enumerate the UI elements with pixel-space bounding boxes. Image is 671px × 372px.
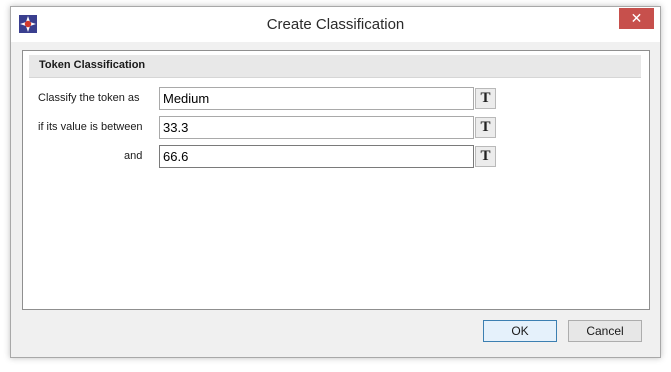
group-header-label: Token Classification [39, 59, 146, 71]
text-format-icon: T [480, 148, 491, 164]
cancel-button[interactable]: Cancel [568, 320, 642, 342]
classify-label: Classify the token as [38, 92, 140, 104]
dialog-window: Create Classification ✕ Token Classifica… [10, 6, 661, 358]
text-format-icon: T [480, 90, 491, 106]
and-label: and [124, 150, 143, 162]
close-button[interactable]: ✕ [619, 8, 654, 29]
ok-button[interactable]: OK [483, 320, 557, 342]
title-bar[interactable]: Create Classification ✕ [11, 7, 660, 42]
close-icon: ✕ [630, 10, 643, 26]
group-header: Token Classification [29, 55, 641, 78]
between-label: if its value is between [38, 121, 143, 133]
lower-text-button[interactable]: T [475, 117, 496, 138]
text-format-icon: T [480, 119, 491, 135]
classify-token-input[interactable] [159, 87, 474, 110]
upper-text-button[interactable]: T [475, 146, 496, 167]
classify-text-button[interactable]: T [475, 88, 496, 109]
classification-panel: Token Classification Classify the token … [22, 50, 650, 310]
upper-value-input[interactable] [159, 145, 474, 168]
lower-value-input[interactable] [159, 116, 474, 139]
window-title: Create Classification [266, 16, 405, 33]
